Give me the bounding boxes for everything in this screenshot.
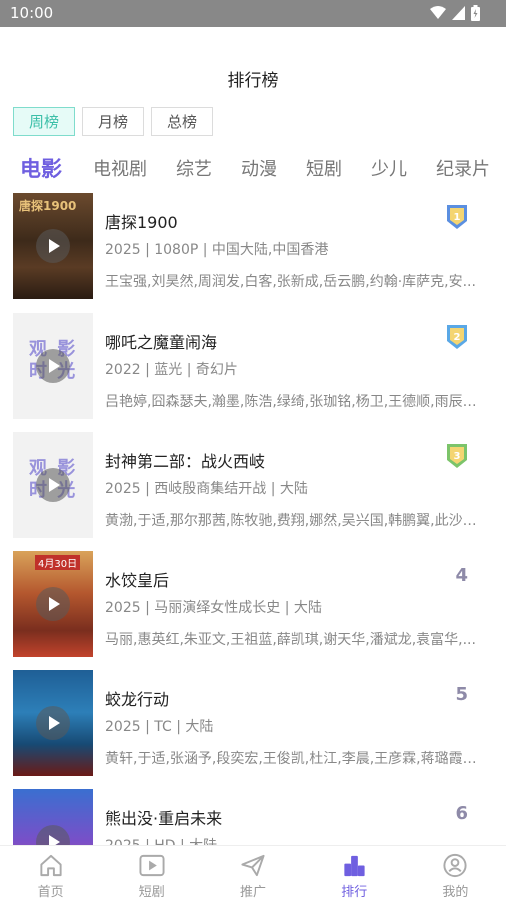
movie-title: 水饺皇后 xyxy=(105,571,170,590)
rank-number: 5 xyxy=(455,684,468,705)
nav-label: 我的 xyxy=(442,885,469,900)
rank-icon xyxy=(344,855,365,877)
nav-label: 排行 xyxy=(341,885,368,900)
movie-poster[interactable]: 观 影 时 光 xyxy=(13,432,93,538)
rank-badge-icon: 1 xyxy=(447,205,467,229)
nav-label: 首页 xyxy=(37,885,64,900)
tab-anime[interactable]: 动漫 xyxy=(241,155,277,181)
movie-title: 熊出没·重启未来 xyxy=(105,809,223,828)
movie-meta: 2025 | HD | 大陆 xyxy=(105,835,217,845)
rank-number: 6 xyxy=(455,803,468,824)
movie-cast: 马丽,惠英红,朱亚文,王祖蓝,薛凯琪,谢天华,潘斌龙,袁富华,... xyxy=(105,632,476,648)
tab-weekly[interactable]: 周榜 xyxy=(13,107,75,136)
play-icon xyxy=(36,229,70,263)
nav-label: 推广 xyxy=(240,885,267,900)
play-icon xyxy=(36,468,70,502)
ranking-list: 唐探1900 唐探1900 2025 | 1080P | 中国大陆,中国香港 王… xyxy=(0,193,506,845)
signal-icon xyxy=(452,6,465,20)
movie-poster[interactable]: 观 影 时 光 xyxy=(13,313,93,419)
wifi-icon xyxy=(430,6,446,19)
nav-home[interactable]: 首页 xyxy=(0,846,101,900)
play-icon xyxy=(36,825,70,845)
movie-cast: 吕艳婷,囧森瑟夫,瀚墨,陈浩,绿绮,张珈铭,杨卫,王德顺,雨辰,... xyxy=(105,394,477,410)
home-icon xyxy=(39,854,62,877)
bottom-nav: 首页 短剧 推广 排行 我的 xyxy=(0,845,506,900)
movie-title: 唐探1900 xyxy=(105,213,178,232)
tab-short-drama[interactable]: 短剧 xyxy=(306,155,342,181)
tab-variety[interactable]: 综艺 xyxy=(176,155,212,181)
movie-title: 哪吒之魔童闹海 xyxy=(105,333,218,352)
tab-kids[interactable]: 少儿 xyxy=(371,155,407,181)
list-item[interactable]: 熊出没·重启未来 2025 | HD | 大陆 6 xyxy=(0,789,506,845)
rank-number: 3 xyxy=(454,451,461,462)
category-tabs: 电影 电视剧 综艺 动漫 短剧 少儿 纪录片 xyxy=(20,152,506,184)
nav-label: 短剧 xyxy=(138,885,165,900)
rank-badge-icon: 2 xyxy=(447,325,467,349)
play-icon xyxy=(36,587,70,621)
movie-poster[interactable] xyxy=(13,789,93,845)
user-icon xyxy=(443,853,467,878)
nav-profile[interactable]: 我的 xyxy=(405,846,506,900)
movie-meta: 2025 | 1080P | 中国大陆,中国香港 xyxy=(105,242,329,258)
movie-meta: 2025 | 马丽演绎女性成长史 | 大陆 xyxy=(105,600,322,616)
tab-monthly[interactable]: 月榜 xyxy=(82,107,144,136)
rank-badge-icon: 3 xyxy=(447,444,467,468)
status-time: 10:00 xyxy=(10,4,54,22)
tab-documentary[interactable]: 纪录片 xyxy=(436,155,490,181)
movie-poster[interactable]: 4月30日 xyxy=(13,551,93,657)
period-tabs: 周榜 月榜 总榜 xyxy=(13,107,213,136)
play-icon xyxy=(36,706,70,740)
movie-poster[interactable]: 唐探1900 xyxy=(13,193,93,299)
status-bar: 10:00 xyxy=(0,0,506,27)
nav-short-drama[interactable]: 短剧 xyxy=(101,846,202,900)
tab-total[interactable]: 总榜 xyxy=(151,107,213,136)
play-icon xyxy=(139,854,165,877)
list-item[interactable]: 4月30日 水饺皇后 2025 | 马丽演绎女性成长史 | 大陆 马丽,惠英红,… xyxy=(0,551,506,657)
movie-meta: 2025 | 西岐殷商集结开战 | 大陆 xyxy=(105,481,308,497)
page-title: 排行榜 xyxy=(227,71,279,91)
nav-ranking[interactable]: 排行 xyxy=(304,846,405,900)
send-icon xyxy=(241,854,265,877)
movie-poster[interactable] xyxy=(13,670,93,776)
list-item[interactable]: 观 影 时 光 哪吒之魔童闹海 2022 | 蓝光 | 奇幻片 吕艳婷,囧森瑟夫… xyxy=(0,313,506,419)
rank-number: 2 xyxy=(454,332,461,343)
movie-title: 蛟龙行动 xyxy=(105,690,170,709)
list-item[interactable]: 蛟龙行动 2025 | TC | 大陆 黄轩,于适,张涵予,段奕宏,王俊凯,杜江… xyxy=(0,670,506,776)
nav-promote[interactable]: 推广 xyxy=(202,846,303,900)
play-icon xyxy=(36,349,70,383)
movie-cast: 黄轩,于适,张涵予,段奕宏,王俊凯,杜江,李晨,王彦霖,蒋璐霞,... xyxy=(105,751,477,767)
rank-number: 4 xyxy=(455,565,468,586)
list-item[interactable]: 观 影 时 光 封神第二部：战火西岐 2025 | 西岐殷商集结开战 | 大陆 … xyxy=(0,432,506,538)
rank-number: 1 xyxy=(454,212,461,223)
tab-tv-series[interactable]: 电视剧 xyxy=(93,155,147,181)
movie-cast: 王宝强,刘昊然,周润发,白客,张新成,岳云鹏,约翰·库萨克,安... xyxy=(105,274,476,290)
tab-movie[interactable]: 电影 xyxy=(20,153,62,183)
list-item[interactable]: 唐探1900 唐探1900 2025 | 1080P | 中国大陆,中国香港 王… xyxy=(0,193,506,299)
status-icons xyxy=(430,5,480,21)
movie-meta: 2022 | 蓝光 | 奇幻片 xyxy=(105,362,238,378)
battery-icon xyxy=(471,5,480,21)
movie-cast: 黄渤,于适,那尔那茜,陈牧驰,费翔,娜然,吴兴国,韩鹏翼,此沙,... xyxy=(105,513,477,529)
movie-title: 封神第二部：战火西岐 xyxy=(105,452,266,471)
movie-meta: 2025 | TC | 大陆 xyxy=(105,719,214,735)
